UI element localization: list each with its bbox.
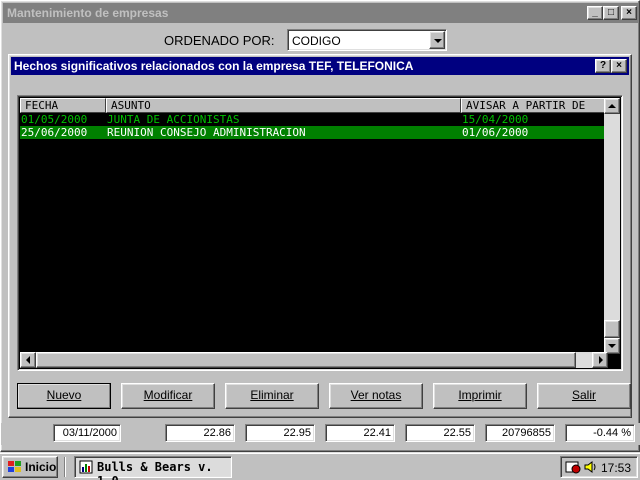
start-label: Inicio (25, 460, 57, 474)
arrow-up-icon (608, 104, 616, 108)
dialog-titlebar[interactable]: Hechos significativos relacionados con l… (11, 57, 629, 75)
maximize-button[interactable]: □ (603, 6, 619, 20)
close-button[interactable]: × (621, 6, 637, 20)
nuevo-label: Nuevo (46, 388, 82, 402)
imprimir-button[interactable]: Imprimir (433, 383, 527, 409)
dialog-title: Hechos significativos relacionados con l… (14, 59, 414, 73)
close-icon: × (626, 7, 632, 18)
system-tray: 17:53 (560, 456, 638, 478)
taskbar-divider (64, 457, 66, 477)
bg-cell-high: 22.95 (245, 424, 315, 442)
horizontal-scrollbar[interactable] (20, 352, 608, 368)
chevron-down-icon (434, 39, 442, 43)
cell-asunto: JUNTA DE ACCIONISTAS (107, 113, 240, 126)
vertical-scroll-thumb[interactable] (604, 320, 620, 338)
close-icon: × (616, 60, 622, 71)
dialog-close-button[interactable]: × (611, 59, 627, 73)
vertical-scrollbar[interactable] (604, 98, 620, 354)
cell-fecha: 01/05/2000 (21, 113, 88, 126)
app-icon (79, 460, 93, 474)
scheduler-icon[interactable] (565, 460, 581, 474)
cell-avisar: 01/06/2000 (462, 126, 529, 139)
arrow-right-icon (599, 356, 603, 364)
window-title: Mantenimiento de empresas (7, 6, 169, 20)
cell-avisar: 15/04/2000 (462, 113, 529, 126)
eliminar-label: Eliminar (250, 388, 294, 402)
order-by-select[interactable]: CODIGO (287, 29, 447, 51)
cell-asunto: REUNION CONSEJO ADMINISTRACION (107, 126, 306, 139)
table-row-selected[interactable]: 25/06/2000 REUNION CONSEJO ADMINISTRACIO… (20, 126, 608, 139)
start-button[interactable]: Inicio (2, 456, 58, 478)
bg-cell-low: 22.41 (325, 424, 395, 442)
ver-notas-button[interactable]: Ver notas (329, 383, 423, 409)
taskbar: Inicio Bulls & Bears v. 1.0 17:53 (0, 452, 640, 480)
column-header-fecha[interactable]: FECHA (20, 98, 106, 113)
nuevo-button[interactable]: Nuevo (17, 383, 111, 409)
minimize-icon: _ (592, 7, 598, 18)
clock[interactable]: 17:53 (601, 461, 631, 475)
window-titlebar[interactable]: Mantenimiento de empresas _ □ × (3, 3, 639, 23)
horizontal-scroll-thumb[interactable] (36, 352, 576, 368)
taskbar-app-button[interactable]: Bulls & Bears v. 1.0 (74, 456, 232, 480)
help-button[interactable]: ? (595, 59, 611, 73)
bg-cell-change: -0.44 % (565, 424, 635, 442)
modificar-button[interactable]: Modificar (121, 383, 215, 409)
bg-cell-volume: 20796855 (485, 424, 555, 442)
imprimir-label: Imprimir (458, 388, 502, 402)
bg-cell-date: 03/11/2000 (53, 424, 121, 442)
cell-fecha: 25/06/2000 (21, 126, 88, 139)
arrow-down-icon (608, 344, 616, 348)
maximize-icon: □ (607, 7, 615, 18)
bg-cell-close: 22.55 (405, 424, 475, 442)
dropdown-button[interactable] (429, 31, 445, 49)
events-grid[interactable]: FECHA ASUNTO AVISAR A PARTIR DE 01/05/20… (17, 95, 623, 371)
eliminar-button[interactable]: Eliminar (225, 383, 319, 409)
table-row[interactable]: 01/05/2000 JUNTA DE ACCIONISTAS 15/04/20… (20, 113, 608, 126)
help-icon: ? (599, 60, 607, 71)
scroll-up-button[interactable] (604, 98, 620, 114)
events-dialog: Hechos significativos relacionados con l… (8, 54, 632, 418)
modificar-label: Modificar (143, 388, 193, 402)
ver-notas-label: Ver notas (350, 388, 402, 402)
windows-logo-icon (8, 461, 21, 472)
salir-label: Salir (571, 388, 596, 402)
taskbar-app-label: Bulls & Bears v. 1.0 (97, 460, 213, 480)
grid-header: FECHA ASUNTO AVISAR A PARTIR DE (20, 98, 608, 113)
column-header-avisar[interactable]: AVISAR A PARTIR DE (461, 98, 608, 113)
column-header-asunto[interactable]: ASUNTO (106, 98, 461, 113)
order-by-label: ORDENADO POR: (164, 33, 275, 48)
order-by-value: CODIGO (292, 34, 341, 48)
bg-cell-open: 22.86 (165, 424, 235, 442)
salir-button[interactable]: Salir (537, 383, 631, 409)
minimize-button[interactable]: _ (587, 6, 603, 20)
speaker-icon[interactable] (583, 460, 597, 474)
scroll-left-button[interactable] (20, 352, 36, 368)
scroll-right-button[interactable] (592, 352, 608, 368)
arrow-left-icon (26, 356, 30, 364)
background-quote-row: 03/11/2000 22.86 22.95 22.41 22.55 20796… (1, 423, 640, 445)
